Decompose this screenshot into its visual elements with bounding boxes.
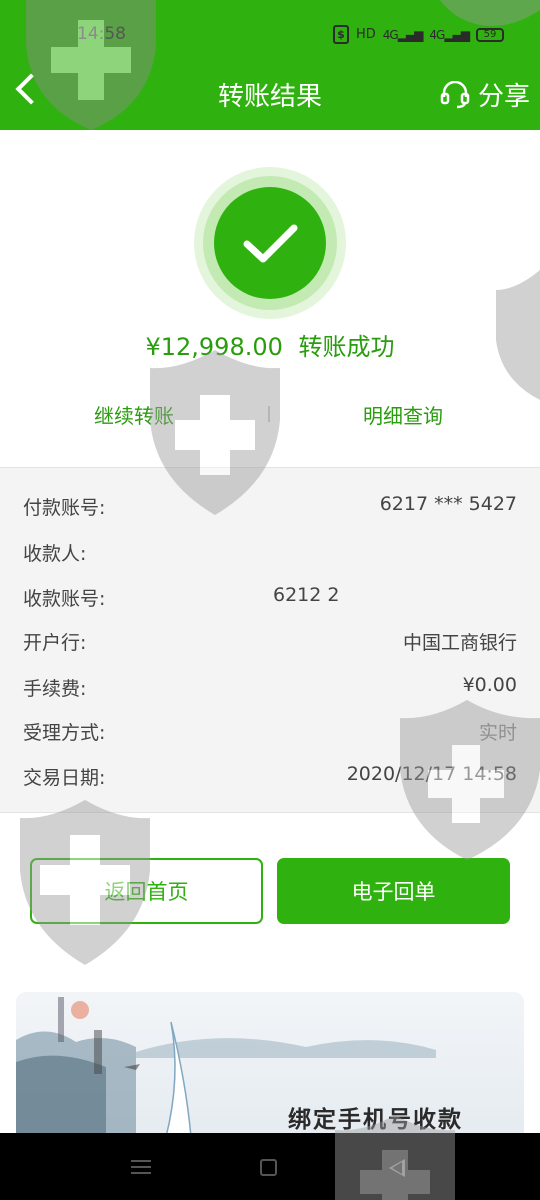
detail-value: 6212 2: [273, 584, 340, 606]
link-divider: [268, 406, 270, 422]
transfer-result: ¥12,998.00 转账成功: [0, 327, 540, 362]
app-header: 14:58 $ HD 4G▂▄▆ 4G▂▄▆ 59 转账结果 分享: [0, 0, 540, 130]
detail-row-method: 受理方式: 实时: [0, 718, 540, 748]
detail-value: 6217 *** 5427: [379, 493, 517, 515]
check-icon: [243, 224, 298, 263]
home-icon[interactable]: [260, 1159, 277, 1176]
transfer-details: 付款账号: 6217 *** 5427 收款人: 收款账号: 6212 2 开户…: [0, 467, 540, 813]
hd-indicator: HD: [355, 27, 376, 42]
detail-value: 2020/12/17 14:58: [346, 763, 517, 785]
detail-row-payee: 收款人:: [0, 539, 540, 569]
detail-value: ¥0.00: [462, 674, 517, 696]
detail-label: 付款账号:: [23, 497, 106, 519]
continue-transfer-link[interactable]: 继续转账: [94, 400, 174, 429]
status-icons: $ HD 4G▂▄▆ 4G▂▄▆ 59: [332, 25, 504, 44]
banner-text: 绑定手机号收款: [288, 1106, 463, 1133]
detail-row-payer-account: 付款账号: 6217 *** 5427: [0, 493, 540, 523]
detail-label: 交易日期:: [23, 767, 106, 789]
net-label-2: 4G: [429, 27, 445, 42]
back-home-button[interactable]: 返回首页: [30, 858, 263, 924]
detail-row-date: 交易日期: 2020/12/17 14:58: [0, 763, 540, 793]
detail-value: 中国工商银行: [402, 632, 517, 654]
detail-label: 开户行:: [23, 632, 87, 654]
security-shield-icon: $: [332, 25, 349, 44]
status-time: 14:58: [77, 24, 126, 44]
promo-banner[interactable]: 绑定手机号收款: [16, 992, 524, 1142]
detail-query-link[interactable]: 明细查询: [363, 400, 443, 429]
system-nav-bar: [0, 1133, 540, 1200]
detail-row-payee-account: 收款账号: 6212 2: [0, 584, 540, 614]
detail-value: 实时: [478, 722, 517, 744]
signal-icon-1: 4G▂▄▆: [382, 27, 424, 42]
detail-label: 收款人:: [23, 543, 87, 565]
menu-icon[interactable]: [131, 1160, 151, 1174]
detail-label: 收款账号:: [23, 588, 106, 610]
transfer-status: 转账成功: [298, 333, 395, 361]
share-label: 分享: [477, 82, 530, 112]
detail-label: 手续费:: [23, 678, 87, 700]
transfer-amount: ¥12,998.00: [145, 333, 283, 361]
signal-icon-2: 4G▂▄▆: [429, 27, 470, 42]
status-bar: 14:58 $ HD 4G▂▄▆ 4G▂▄▆ 59: [0, 22, 540, 52]
headset-icon: [440, 80, 470, 108]
result-actions: 继续转账 明细查询: [0, 400, 540, 430]
back-triangle-icon[interactable]: [389, 1159, 405, 1177]
e-receipt-button[interactable]: 电子回单: [277, 858, 510, 924]
detail-row-fee: 手续费: ¥0.00: [0, 674, 540, 704]
detail-label: 受理方式:: [23, 722, 106, 744]
share-button[interactable]: 分享: [440, 76, 530, 113]
detail-row-bank: 开户行: 中国工商银行: [0, 628, 540, 658]
net-label-1: 4G: [382, 27, 399, 42]
battery-icon: 59: [476, 27, 504, 42]
